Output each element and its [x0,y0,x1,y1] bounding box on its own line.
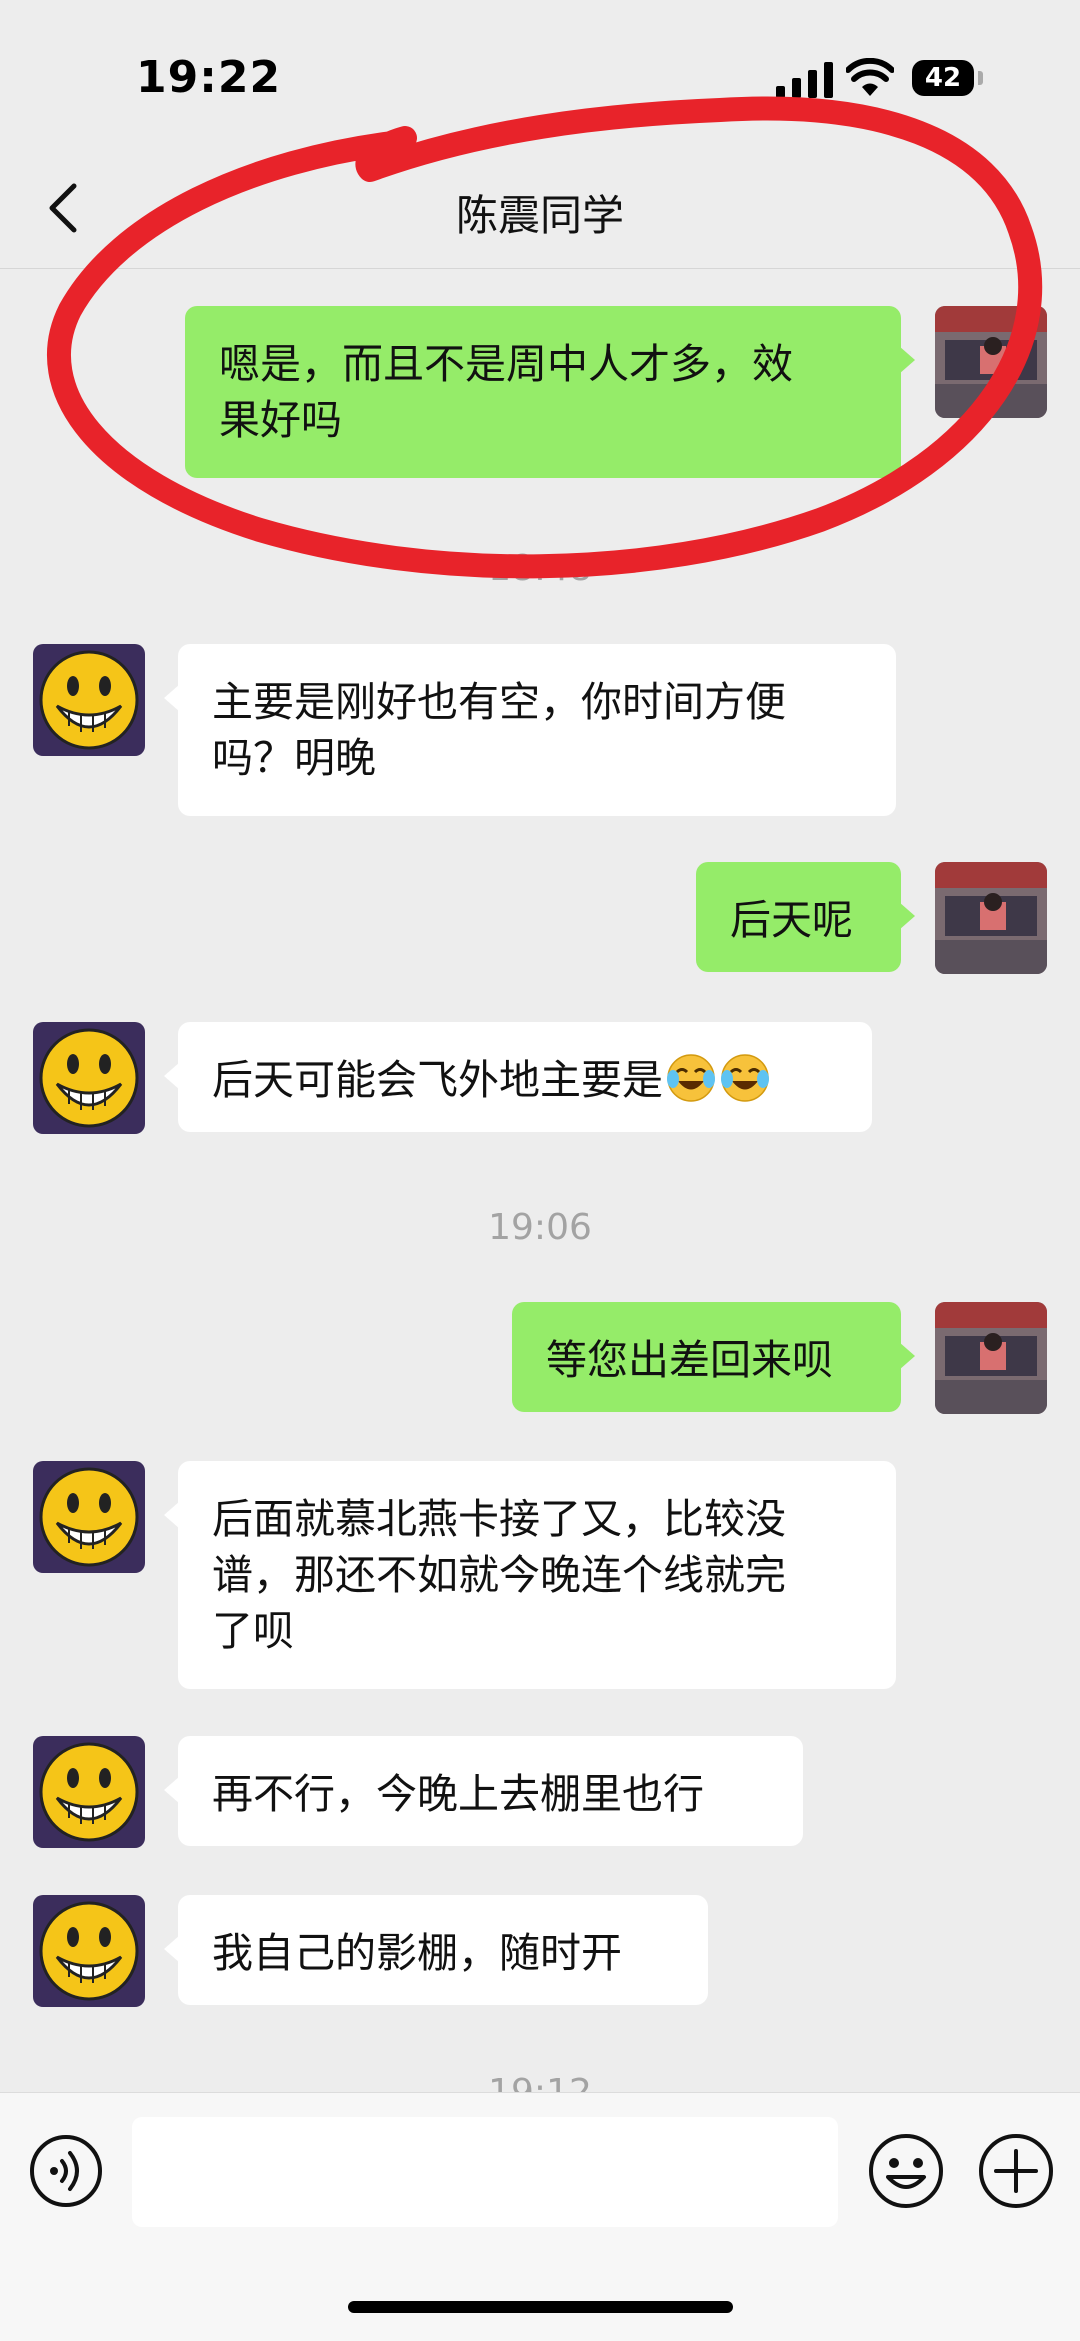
message-bubble-sent[interactable]: 后天呢 [696,862,915,972]
avatar-contact[interactable] [33,1461,145,1573]
message-bubble-received[interactable]: 我自己的影棚，随时开 [164,1895,708,2005]
message-bubble-received[interactable]: 主要是刚好也有空，你时间方便 吗？明晚 [164,644,896,816]
message-text: 了呗 [212,1607,294,1655]
message-text: 等您出差回来呗 [546,1336,833,1384]
status-bar: 19:22 42 [0,0,1080,150]
message-text: 主要是刚好也有空，你时间方便 [212,678,786,726]
signal-bars-icon [776,62,833,98]
avatar-contact[interactable] [33,1895,145,2007]
avatar-self[interactable] [935,1302,1047,1414]
message-bubble-sent[interactable]: 等您出差回来呗 [512,1302,915,1412]
crying-laughing-emoji [667,1054,715,1102]
message-text: 再不行，今晚上去棚里也行 [212,1770,704,1818]
timestamp: 19:06 [488,1207,592,1248]
battery-indicator: 42 [912,60,974,96]
message-text: 后天可能会飞外地主要是 [212,1056,663,1104]
avatar-contact[interactable] [33,1736,145,1848]
message-bubble-sent[interactable]: 嗯是，而且不是周中人才多，效 果好吗 [185,306,915,478]
message-bubble-received[interactable]: 再不行，今晚上去棚里也行 [164,1736,803,1846]
message-input[interactable] [132,2117,838,2227]
message-bubble-received[interactable]: 后天可能会飞外地主要是 [164,1022,872,1132]
message-text: 后天呢 [730,896,853,944]
message-text: 嗯是，而且不是周中人才多，效 [219,340,793,388]
message-text: 吗？明晚 [212,734,376,782]
crying-laughing-emoji [721,1054,769,1102]
chat-title: 陈震同学 [455,191,624,240]
message-text: 果好吗 [219,396,342,444]
battery-tip [978,71,983,85]
avatar-self[interactable] [935,306,1047,418]
avatar-contact[interactable] [33,1022,145,1134]
chat-screen: 19:22 42 陈震同学 嗯是，而且不是周中人才多，效 果好吗 18:48 主… [0,0,1080,2341]
plus-icon[interactable] [976,2131,1056,2211]
message-text: 我自己的影棚，随时开 [212,1929,622,1977]
status-time: 19:22 [136,52,282,103]
avatar-contact[interactable] [33,644,145,756]
timestamp: 18:48 [488,548,592,589]
smiley-face-icon[interactable] [866,2131,946,2211]
chat-header: 陈震同学 [0,150,1080,269]
home-indicator[interactable] [348,2301,733,2313]
avatar-self[interactable] [935,862,1047,974]
wifi-icon [846,58,894,96]
message-text: 后面就慕北燕卡接了又，比较没 [212,1495,786,1543]
message-bubble-received[interactable]: 后面就慕北燕卡接了又，比较没 谱，那还不如就今晚连个线就完 了呗 [164,1461,896,1689]
voice-icon[interactable] [28,2133,104,2209]
message-text: 谱，那还不如就今晚连个线就完 [212,1551,786,1599]
